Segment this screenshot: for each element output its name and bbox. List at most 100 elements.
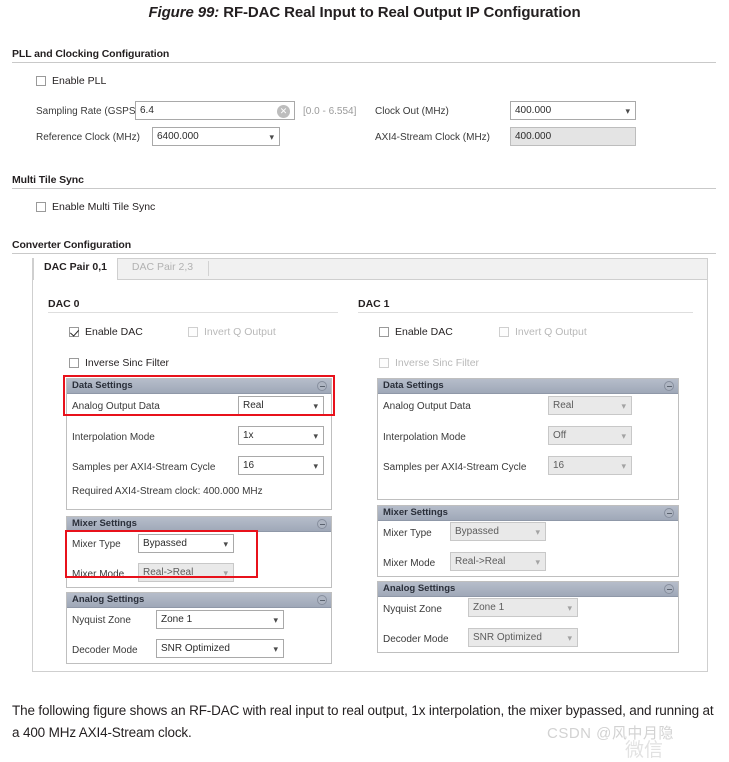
chevron-down-icon: ▾ bbox=[621, 461, 626, 471]
dac1-data-settings-header[interactable]: Data Settings bbox=[378, 379, 678, 394]
dac0-mixer-mode-label: Mixer Mode bbox=[72, 569, 125, 580]
dac0-enable-dac-row[interactable]: Enable DAC bbox=[69, 326, 143, 338]
dac1-decoder-mode-label: Decoder Mode bbox=[383, 634, 449, 645]
dac0-enable-dac-checkbox[interactable] bbox=[69, 327, 79, 338]
enable-multi-tile-sync-label: Enable Multi Tile Sync bbox=[52, 201, 156, 214]
dac0-analog-settings-title: Analog Settings bbox=[72, 594, 145, 605]
dac1-analog-output-data-select: Real ▾ bbox=[548, 396, 632, 415]
section-divider-converter bbox=[12, 253, 716, 254]
dac0-mixer-mode-value: Real->Real bbox=[143, 567, 194, 578]
dac0-decoder-mode-select[interactable]: SNR Optimized ▾ bbox=[156, 639, 284, 658]
dac0-data-settings-title: Data Settings bbox=[72, 380, 133, 391]
dac0-divider bbox=[48, 312, 338, 313]
dac1-samples-per-cycle-label: Samples per AXI4-Stream Cycle bbox=[383, 462, 527, 473]
chevron-down-icon: ▾ bbox=[567, 603, 572, 613]
figure-page: Figure 99: RF-DAC Real Input to Real Out… bbox=[0, 0, 729, 761]
dac1-inverse-sinc-row: Inverse Sinc Filter bbox=[379, 357, 479, 369]
dac1-divider bbox=[358, 312, 693, 313]
dac0-samples-per-cycle-select[interactable]: 16 ▾ bbox=[238, 456, 324, 475]
enable-pll-label: Enable PLL bbox=[52, 75, 107, 88]
clock-out-select[interactable]: 400.000 ▾ bbox=[510, 101, 636, 120]
section-heading-mts: Multi Tile Sync bbox=[12, 174, 84, 186]
figure-number: Figure 99: bbox=[148, 4, 220, 21]
enable-pll-row[interactable]: Enable PLL bbox=[36, 75, 106, 87]
chevron-down-icon: ▾ bbox=[273, 644, 278, 654]
dac0-heading: DAC 0 bbox=[48, 298, 80, 310]
dac0-nyquist-zone-select[interactable]: Zone 1 ▾ bbox=[156, 610, 284, 629]
dac1-inverse-sinc-label: Inverse Sinc Filter bbox=[395, 357, 480, 370]
dac0-analog-settings-header[interactable]: Analog Settings bbox=[67, 593, 331, 608]
dac0-interpolation-mode-select[interactable]: 1x ▾ bbox=[238, 426, 324, 445]
enable-mts-row[interactable]: Enable Multi Tile Sync bbox=[36, 201, 155, 213]
axi-stream-clock-value: 400.000 bbox=[515, 131, 552, 142]
collapse-icon[interactable] bbox=[317, 381, 327, 391]
sampling-rate-range-hint: [0.0 - 6.554] bbox=[303, 106, 357, 117]
dac1-enable-dac-row[interactable]: Enable DAC bbox=[379, 326, 453, 338]
collapse-icon[interactable] bbox=[664, 584, 674, 594]
tab-dac-pair-2-3-label: DAC Pair 2,3 bbox=[131, 261, 194, 273]
dac0-mixer-settings-header[interactable]: Mixer Settings bbox=[67, 517, 331, 532]
dac1-analog-output-data-label: Analog Output Data bbox=[383, 401, 471, 412]
dac1-inverse-sinc-checkbox bbox=[379, 358, 389, 369]
chevron-down-icon: ▾ bbox=[313, 401, 318, 411]
dac0-mixer-type-label: Mixer Type bbox=[72, 539, 121, 550]
dac0-interpolation-mode-value: 1x bbox=[243, 430, 254, 441]
chevron-down-icon: ▾ bbox=[313, 461, 318, 471]
collapse-icon[interactable] bbox=[317, 519, 327, 529]
dac0-data-settings-header[interactable]: Data Settings bbox=[67, 379, 331, 394]
dac0-invert-q-row: Invert Q Output bbox=[188, 326, 276, 338]
enable-pll-checkbox[interactable] bbox=[36, 76, 46, 87]
dac1-mixer-type-label: Mixer Type bbox=[383, 528, 432, 539]
dac0-inverse-sinc-checkbox[interactable] bbox=[69, 358, 79, 369]
dac1-nyquist-zone-select: Zone 1 ▾ bbox=[468, 598, 578, 617]
dac0-mixer-settings-title: Mixer Settings bbox=[72, 518, 137, 529]
dac1-interpolation-mode-label: Interpolation Mode bbox=[383, 432, 466, 443]
tab-dac-pair-2-3[interactable]: DAC Pair 2,3 bbox=[120, 258, 205, 279]
enable-multi-tile-sync-checkbox[interactable] bbox=[36, 202, 46, 213]
dac1-analog-settings-header[interactable]: Analog Settings bbox=[378, 582, 678, 597]
axi-stream-clock-label: AXI4-Stream Clock (MHz) bbox=[375, 132, 491, 143]
dac1-mixer-type-select: Bypassed ▾ bbox=[450, 522, 546, 541]
dac0-invert-q-checkbox bbox=[188, 327, 198, 338]
tab-dac-pair-0-1-label: DAC Pair 0,1 bbox=[43, 261, 108, 273]
dac0-nyquist-zone-value: Zone 1 bbox=[161, 614, 193, 625]
dac0-inverse-sinc-row[interactable]: Inverse Sinc Filter bbox=[69, 357, 169, 369]
dac1-mixer-mode-select: Real->Real ▾ bbox=[450, 552, 546, 571]
reference-clock-label: Reference Clock (MHz) bbox=[36, 132, 140, 143]
dac1-invert-q-checkbox bbox=[499, 327, 509, 338]
chevron-down-icon: ▾ bbox=[223, 568, 228, 578]
dac0-mixer-type-select[interactable]: Bypassed ▾ bbox=[138, 534, 234, 553]
reference-clock-value: 6400.000 bbox=[157, 131, 199, 142]
dac1-mixer-settings-title: Mixer Settings bbox=[383, 507, 448, 518]
chevron-down-icon: ▾ bbox=[621, 401, 626, 411]
sampling-rate-input[interactable]: 6.4 ✕ bbox=[135, 101, 295, 120]
tab-dac-pair-0-1[interactable]: DAC Pair 0,1 bbox=[33, 258, 118, 279]
dac0-decoder-mode-label: Decoder Mode bbox=[72, 645, 138, 656]
figure-title-text: RF-DAC Real Input to Real Output IP Conf… bbox=[223, 4, 581, 21]
dac1-mixer-type-value: Bypassed bbox=[455, 526, 499, 537]
dac0-analog-output-data-select[interactable]: Real ▾ bbox=[238, 396, 324, 415]
axi-stream-clock-field: 400.000 bbox=[510, 127, 636, 146]
collapse-icon[interactable] bbox=[664, 508, 674, 518]
dac1-interpolation-mode-select: Off ▾ bbox=[548, 426, 632, 445]
dac0-interpolation-mode-label: Interpolation Mode bbox=[72, 432, 155, 443]
reference-clock-select[interactable]: 6400.000 ▾ bbox=[152, 127, 280, 146]
dac1-enable-dac-label: Enable DAC bbox=[395, 326, 453, 339]
section-heading-pll: PLL and Clocking Configuration bbox=[12, 48, 170, 60]
dac1-nyquist-zone-value: Zone 1 bbox=[473, 602, 505, 613]
dac1-enable-dac-checkbox[interactable] bbox=[379, 327, 389, 338]
dac1-mixer-settings-header[interactable]: Mixer Settings bbox=[378, 506, 678, 521]
clear-icon[interactable]: ✕ bbox=[277, 105, 290, 118]
clock-out-label: Clock Out (MHz) bbox=[375, 106, 449, 117]
collapse-icon[interactable] bbox=[317, 595, 327, 605]
dac1-analog-output-data-value: Real bbox=[553, 400, 574, 411]
clock-out-value: 400.000 bbox=[515, 105, 552, 116]
dac0-inverse-sinc-label: Inverse Sinc Filter bbox=[85, 357, 170, 370]
dac1-decoder-mode-select: SNR Optimized ▾ bbox=[468, 628, 578, 647]
chevron-down-icon: ▾ bbox=[625, 106, 630, 116]
dac1-invert-q-row: Invert Q Output bbox=[499, 326, 587, 338]
dac0-samples-per-cycle-label: Samples per AXI4-Stream Cycle bbox=[72, 462, 216, 473]
dac0-required-clock-text: Required AXI4-Stream clock: 400.000 MHz bbox=[72, 486, 263, 497]
chevron-down-icon: ▾ bbox=[621, 431, 626, 441]
collapse-icon[interactable] bbox=[664, 381, 674, 391]
